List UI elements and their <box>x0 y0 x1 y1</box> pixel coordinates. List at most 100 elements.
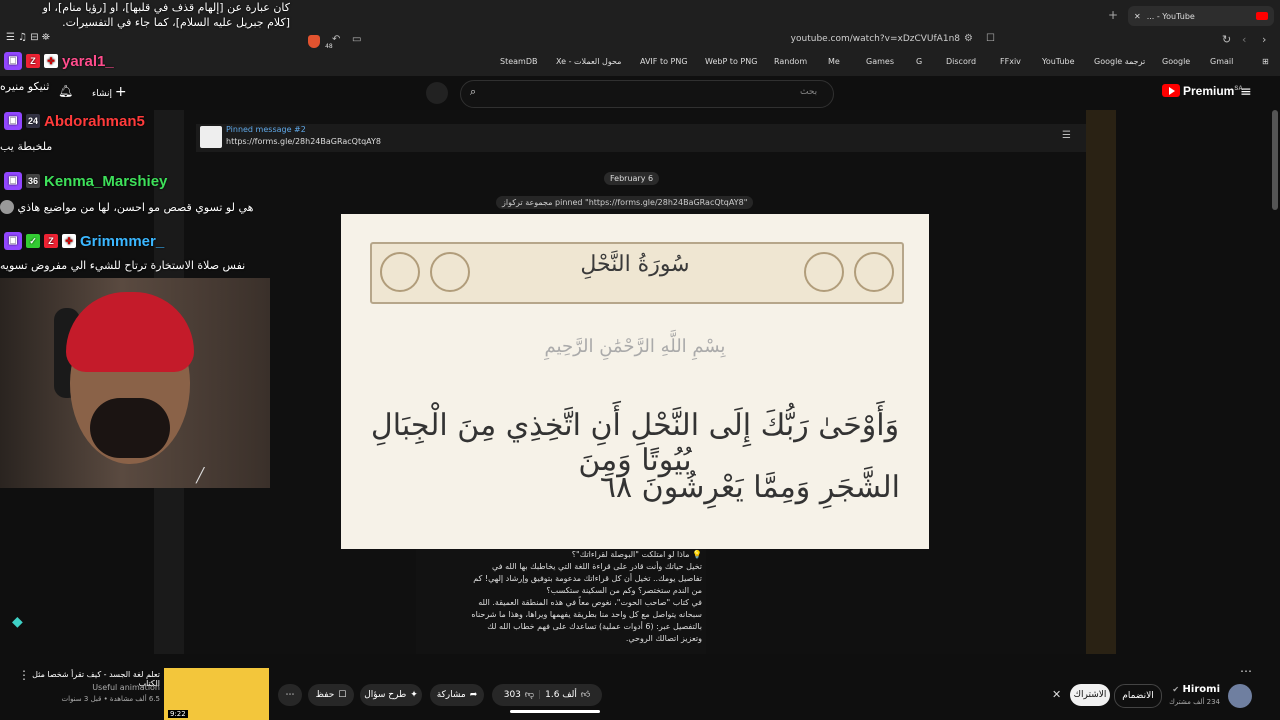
video-progress[interactable] <box>510 710 600 713</box>
channel-subscribers: 234 ألف مشترك <box>1169 698 1220 706</box>
bookmark-steamdb[interactable]: SteamDB <box>500 57 537 66</box>
more-options-icon[interactable]: ⋮ <box>18 668 30 682</box>
brave-shield-icon[interactable]: 48 <box>308 33 333 52</box>
crystal-icon: ◆ <box>12 614 23 630</box>
description-line: تخيل حياتك وأنت قادر على قراءة اللغة الت… <box>492 562 702 571</box>
bookmark-ffxiv[interactable]: FFxiv <box>1000 57 1021 66</box>
like-icon[interactable]: 👍︎ <box>581 690 590 700</box>
join-button[interactable]: الانضمام <box>1114 684 1162 708</box>
search-input[interactable] <box>460 80 834 108</box>
twitch-icon: ▣ <box>4 112 22 130</box>
like-count[interactable]: 1.6 ألف <box>545 690 577 700</box>
channel-name[interactable]: ✔ Hiromi <box>1166 684 1220 695</box>
suggestion-thumbnail[interactable]: 9:22 <box>164 668 269 720</box>
pinned-notice: مجموعة تركواز pinned "https://forms.gle/… <box>496 196 754 209</box>
bookmark-xe[interactable]: Xe - محول العملات <box>556 57 621 66</box>
chat-user-3: ▣ 36 Kenma_Marshiey <box>4 172 167 190</box>
bookmark-random[interactable]: Random <box>774 57 807 66</box>
tune-icon[interactable]: ⚙ <box>964 33 973 44</box>
description-line: في كتاب "صاحب الحوت"، نغوص معاً في هذه ا… <box>478 598 702 607</box>
bookmark-google[interactable]: Google <box>1162 57 1190 66</box>
bookmark-youtube[interactable]: YouTube <box>1042 57 1075 66</box>
chat-user-2: ▣ 24 Abdorahman5 <box>4 112 145 130</box>
ask-button[interactable]: طرح سؤال ✦ <box>360 684 422 706</box>
bookmark-games[interactable]: Games <box>866 57 894 66</box>
bookmark-me[interactable]: Me <box>828 57 840 66</box>
back-icon[interactable]: ‹ <box>1242 33 1246 46</box>
video-description: 💡 ماذا لو امتلكت "البوصلة لقراءاتك"؟ تخي… <box>416 549 706 654</box>
close-icon[interactable]: ✕ <box>1052 688 1061 701</box>
logo-text: Premium <box>1183 84 1235 98</box>
voice-search-icon[interactable] <box>426 82 448 104</box>
bookmark-webp[interactable]: WebP to PNG <box>705 57 757 66</box>
chat-message: هي لو تسوي قصص مو احسن، لها من مواضيع ها… <box>0 200 290 214</box>
bookmarks-bar: SteamDB Xe - محول العملات AVIF to PNG We… <box>300 54 1280 72</box>
overlay-icons: ☰ ♫ ⊟ ⛯ <box>6 32 50 43</box>
description-line: بالتفصيل عبر: (6 أدوات عملية) تساعدك على… <box>487 622 702 631</box>
video-duration: 9:22 <box>168 710 188 718</box>
emote-icon <box>0 200 14 214</box>
scrollbar[interactable] <box>1272 110 1278 210</box>
save-button[interactable]: حفظ ☐ <box>308 684 354 706</box>
bookmark-gmail[interactable]: Gmail <box>1210 57 1233 66</box>
twitch-icon: ▣ <box>4 172 22 190</box>
verse-line-2: الشَّجَرِ وَمِمَّا يَعْرِشُونَ ٦٨ <box>599 470 900 505</box>
sparkle-icon: ✦ <box>410 690 418 700</box>
youtube-play-icon <box>1162 84 1180 97</box>
bookmark-discord[interactable]: Discord <box>946 57 976 66</box>
youtube-favicon-icon <box>1256 12 1268 20</box>
surah-title: سُورَةُ النَّحْلِ <box>580 252 690 277</box>
chat-username: Abdorahman5 <box>44 112 145 130</box>
chat-username: Grimmmer_ <box>80 232 165 250</box>
chat-message: ملخبطة يب <box>0 140 53 153</box>
divider: | <box>538 690 542 700</box>
subscribe-button[interactable]: الاشتراك <box>1070 684 1110 706</box>
bookmark-icon[interactable]: ☐ <box>986 33 995 44</box>
sub-badge-icon: 36 <box>26 174 40 188</box>
like-dislike-group: 303 👎︎ | 1.6 ألف 👍︎ <box>492 684 602 706</box>
share-label: مشاركة <box>436 690 466 700</box>
twitch-icon: ▣ <box>4 232 22 250</box>
dislike-count[interactable]: 303 <box>504 690 521 700</box>
hamburger-menu-icon[interactable]: ≡ <box>1240 84 1252 100</box>
video-background-pattern <box>1086 110 1116 654</box>
channel-avatar[interactable] <box>1228 684 1252 708</box>
ornament-rosette <box>430 252 470 292</box>
more-actions-button[interactable]: ⋯ <box>278 684 302 706</box>
share-arrow-icon: ➦ <box>469 690 478 700</box>
verse-line-1: وَأَوْحَىٰ رَبُّكَ إِلَى النَّحْلِ أَنِ … <box>370 408 900 478</box>
bookmark-g[interactable]: G <box>916 57 922 66</box>
chat-user-1: ▣ Z ✜ yaral1_ <box>4 52 114 70</box>
ask-label: طرح سؤال <box>364 690 407 700</box>
pinned-title: Pinned message #2 <box>226 125 306 134</box>
forward-icon[interactable]: › <box>1262 33 1266 46</box>
search-icon[interactable]: ⌕ <box>470 85 476 99</box>
bookmark-avif[interactable]: AVIF to PNG <box>640 57 688 66</box>
pen-icon: ╱ <box>196 468 205 484</box>
share-icon[interactable]: ↶ <box>332 34 340 45</box>
youtube-premium-logo[interactable]: PremiumSA <box>1162 84 1243 98</box>
new-tab-button[interactable]: + <box>1108 8 1118 22</box>
more-icon[interactable]: ⋯ <box>1240 664 1252 678</box>
share-button[interactable]: مشاركة ➦ <box>430 684 484 706</box>
z-badge-icon: Z <box>26 54 40 68</box>
reload-icon[interactable]: ↻ <box>1222 33 1231 46</box>
dislike-icon[interactable]: 👎︎ <box>525 690 534 700</box>
picture-in-picture-icon[interactable]: ▭ <box>352 34 361 45</box>
twitch-icon: ▣ <box>4 52 22 70</box>
address-bar-url[interactable]: youtube.com/watch?v=xDzCVUfA1n8 <box>520 34 960 49</box>
check-badge-icon: ✓ <box>26 234 40 248</box>
browser-tab-youtube[interactable]: ✕ ... - YouTube <box>1128 6 1274 26</box>
more-bookmarks-icon[interactable]: ⊞ <box>1262 57 1269 66</box>
caption-line: [كلام جبريل عليه السلام]، كما جاء في الت… <box>62 16 290 29</box>
ornament-rosette <box>854 252 894 292</box>
channel-name-text: Hiromi <box>1182 684 1220 695</box>
close-tab-icon[interactable]: ✕ <box>1134 12 1141 21</box>
webcam-feed: ╱ <box>0 278 270 488</box>
z-badge-icon: Z <box>44 234 58 248</box>
pinned-list-icon: ☰ <box>1062 130 1071 141</box>
suggestion-channel[interactable]: Useful animation <box>30 683 160 692</box>
bookmark-google-translate[interactable]: Google ترجمة <box>1094 57 1145 66</box>
bookmark-icon: ☐ <box>338 690 347 700</box>
save-label: حفظ <box>315 690 335 700</box>
